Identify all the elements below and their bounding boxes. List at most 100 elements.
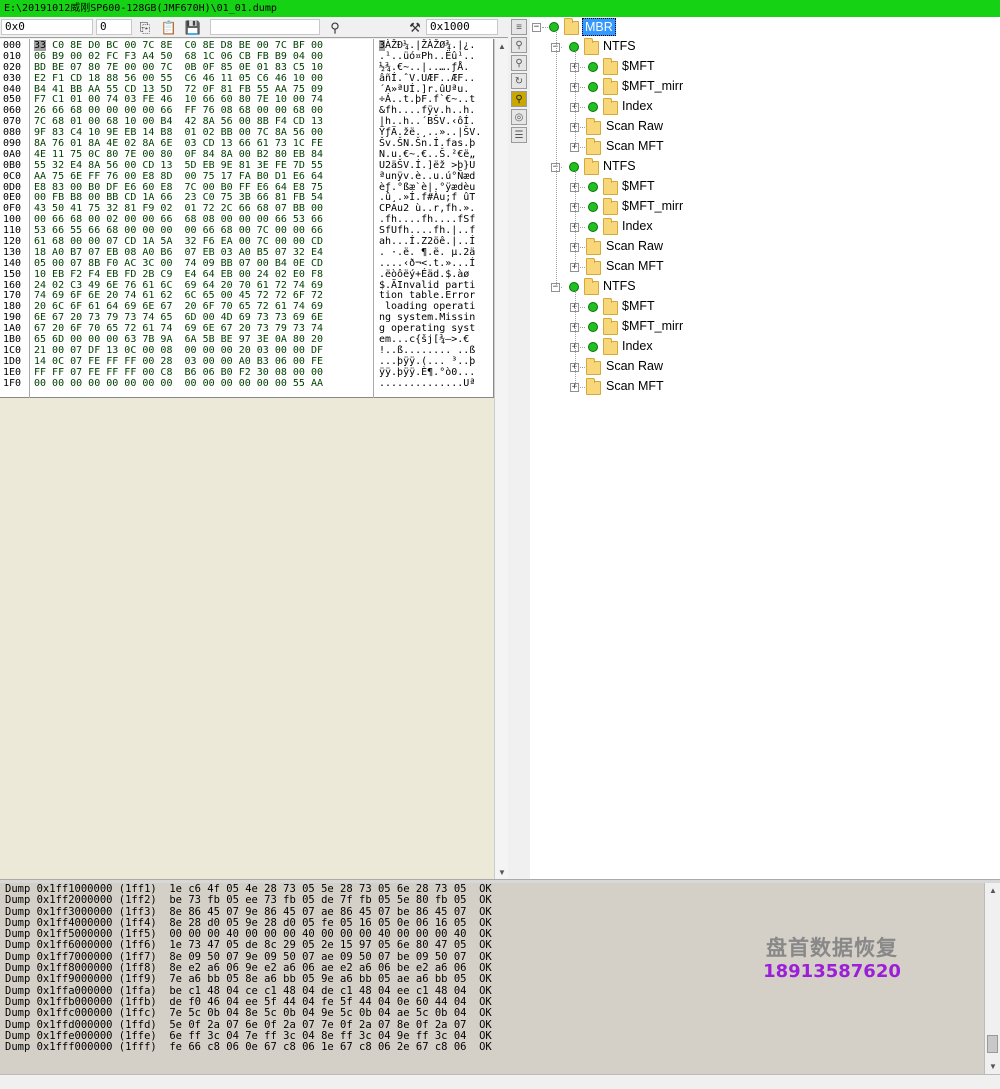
ascii-row-text: U2äŠV.Í.]ëž >þ}U [379,159,476,171]
status-dot-icon [588,102,598,112]
hex-row-bytes: 74 69 6F 6E 20 74 61 62 6C 65 00 45 72 7… [34,290,323,302]
hex-row-bytes: 4E 11 75 0C 80 7E 00 80 0F 84 8A 00 B2 8… [34,148,323,160]
tree-item-partition[interactable]: NTFS [601,278,638,294]
window-title: E:\20191012威刚SP600-128GB(JMF670H)\01_01.… [4,3,277,14]
offset-field[interactable]: 0x0 [1,19,93,35]
log-line: Dump 0x1ff9000000 (1ff9) 7e a6 bb 05 8e … [5,973,492,986]
ascii-row-text: Šv.ŠN.Šn.Í.fas.þ [379,138,476,150]
pin-icon[interactable]: ⚲ [511,91,527,107]
ascii-row-text: ...þÿÿ.(... ³..þ [379,355,476,367]
status-dot-icon [588,222,598,232]
tree-expander[interactable]: − [532,23,541,32]
scroll-down-arrow-icon[interactable]: ▼ [985,1059,1000,1073]
length-field[interactable]: 0x1000 [426,19,498,35]
hex-row-bytes: 00 FB B8 00 BB CD 1A 66 23 C0 75 3B 66 8… [34,192,323,204]
ascii-row[interactable]: ..............Uª [379,378,494,390]
log-vertical-scrollbar[interactable]: ▲ ▼ [984,883,1000,1074]
dump-log: Dump 0x1ff1000000 (1ff1) 1e c6 4f 05 4e … [0,883,984,1074]
ascii-row-text: ÀŽÐ¼.|ŽÀŽØ¾.|¿. [385,40,476,51]
tree-item-scan-raw[interactable]: Scan Raw [604,358,665,374]
folder-icon [603,338,618,355]
ascii-row-text: CPAu2 ù..r,fh.». [379,203,476,215]
tree-item-index[interactable]: Index [620,338,655,354]
tree-connector-line [556,32,557,287]
tree-item-scan-mft[interactable]: Scan MFT [604,378,666,394]
folder-icon [586,118,601,135]
hex-row-bytes: FF FF 07 FE FF FF 00 C8 B6 06 B0 F2 30 0… [34,366,323,378]
folder-icon [603,298,618,315]
tree-item-scan-mft[interactable]: Scan MFT [604,258,666,274]
tree-item-mft-mirr[interactable]: $MFT_mirr [620,198,685,214]
status-dot-icon [569,282,579,292]
ascii-row-text: g operating syst [379,323,476,335]
hex-row-bytes: 10 EB F2 F4 EB FD 2B C9 E4 64 EB 00 24 0… [34,268,323,280]
ascii-row-text: loading operati [379,301,476,313]
status-dot-icon [588,202,598,212]
tree-item-mft-mirr[interactable]: $MFT_mirr [620,78,685,94]
ascii-row-text: .ëòôëý+Éäd.$.àø [379,268,470,280]
ascii-row-text: N.u.€~.€..Š.²€ë„ [379,148,476,160]
tree-item-mft-mirr[interactable]: $MFT_mirr [620,318,685,334]
hex-row[interactable]: 00 00 00 00 00 00 00 00 00 00 00 00 00 0… [34,377,373,390]
scroll-up-arrow-icon[interactable]: ▲ [495,39,509,53]
tree-item-scan-mft[interactable]: Scan MFT [604,138,666,154]
value-field[interactable]: 0 [96,19,132,35]
selected-byte[interactable]: 33 [34,40,47,51]
hex-row-bytes: 26 66 68 00 00 00 00 66 FF 76 08 68 00 0… [34,105,323,117]
hex-row-bytes: 43 50 41 75 32 81 F9 02 01 72 2C 66 68 0… [34,203,323,215]
paste-button[interactable]: 📋 [160,19,178,36]
scroll-down-arrow-icon[interactable]: ▼ [495,865,509,879]
save-button[interactable]: 💾 [184,19,202,36]
scroll-up-arrow-icon[interactable]: ▲ [985,883,1000,897]
folder-icon [603,178,618,195]
ascii-row-text: $.ÃInvalid parti [379,279,476,291]
tree-item-mft[interactable]: $MFT [620,58,657,74]
hex-row-bytes: 21 00 07 DF 13 0C 00 08 00 00 00 20 03 0… [34,344,323,356]
list-icon[interactable]: ≡ [511,19,527,35]
log-line: Dump 0x1ff2000000 (1ff2) be 73 fb 05 ee … [5,894,492,907]
ascii-row-text: ÿÿ.þÿÿ.È¶.°ò0... [379,366,476,378]
hex-offset: 1E0 [3,366,22,378]
notes-icon[interactable]: ☰ [511,127,527,143]
hex-ascii-column[interactable]: 3ÀŽÐ¼.|ŽÀŽØ¾.|¿. .¹..üó¤Ph..Ëû¹.. ½¾.€~..|… [376,39,494,398]
tree-item-mbr[interactable]: MBR [582,18,616,36]
ascii-row-text: ŸƒÄ.žë.¸..»..|ŠV. [379,127,482,139]
hex-row-bytes: 05 00 07 8B F0 AC 3C 00 74 09 BB 07 00 B… [34,257,323,269]
folder-icon [586,258,601,275]
hex-byte-column[interactable]: 33 C0 8E D0 BC 00 7C 8E C0 8E D8 BE 00 7… [32,39,374,398]
hex-row-bytes: 24 02 C3 49 6E 76 61 6C 69 64 20 70 61 7… [34,279,323,291]
search-field[interactable] [210,19,320,35]
pin-icon[interactable]: ⚲ [511,37,527,53]
paste-icon: 📋 [160,19,178,35]
refresh-icon[interactable]: ↻ [511,73,527,89]
hex-vertical-scrollbar[interactable]: ▲ ▼ [494,39,508,879]
tree-item-scan-raw[interactable]: Scan Raw [604,118,665,134]
length-value: 0x1000 [430,20,470,33]
eye-icon[interactable]: ◎ [511,109,527,125]
pin-icon[interactable]: ⚲ [511,55,527,71]
ascii-row-text: em...c{šj[¾—>.€ [379,334,476,346]
tools-button[interactable]: ⚒ [406,19,424,36]
hex-row-bytes: 00 00 00 00 00 00 00 00 00 00 00 00 00 0… [34,377,323,389]
ascii-row-text: ´A»ªUÍ.]r.ûUªu. [379,83,470,95]
log-scroll-thumb[interactable] [987,1035,998,1053]
tree-item-mft[interactable]: $MFT [620,178,657,194]
hex-row-bytes: 53 66 55 66 68 00 00 00 00 66 68 00 7C 0… [34,225,323,237]
tree-item-partition[interactable]: NTFS [601,158,638,174]
folder-icon [584,38,599,55]
hex-row-bytes: F7 C1 01 00 74 03 FE 46 10 66 60 80 7E 1… [34,94,323,106]
hex-panel: 000 010 020 030 040 050 060 070 080 090 0A0 0B0 0C0 0… [0,39,508,879]
hex-row-bytes: 6E 67 20 73 79 73 74 65 6D 00 4D 69 73 7… [34,312,323,324]
tree-item-mft[interactable]: $MFT [620,298,657,314]
tree-item-index[interactable]: Index [620,98,655,114]
hex-view[interactable]: 000 010 020 030 040 050 060 070 080 090 0A0 0B0 0C0 0… [0,39,494,398]
tree-item-index[interactable]: Index [620,218,655,234]
copy-button[interactable]: ⎘ [136,19,154,36]
tree-item-partition[interactable]: NTFS [601,38,638,54]
tree-item-scan-raw[interactable]: Scan Raw [604,238,665,254]
hex-offset: 030 [3,72,22,84]
log-line: Dump 0x1fff000000 (1fff) fe 66 c8 06 0e … [5,1041,492,1054]
tree-connector-line [575,172,576,267]
find-button[interactable]: ⚲ [326,19,344,36]
hex-row-bytes: E8 83 00 B0 DF E6 60 E8 7C 00 B0 FF E6 6… [34,181,323,193]
